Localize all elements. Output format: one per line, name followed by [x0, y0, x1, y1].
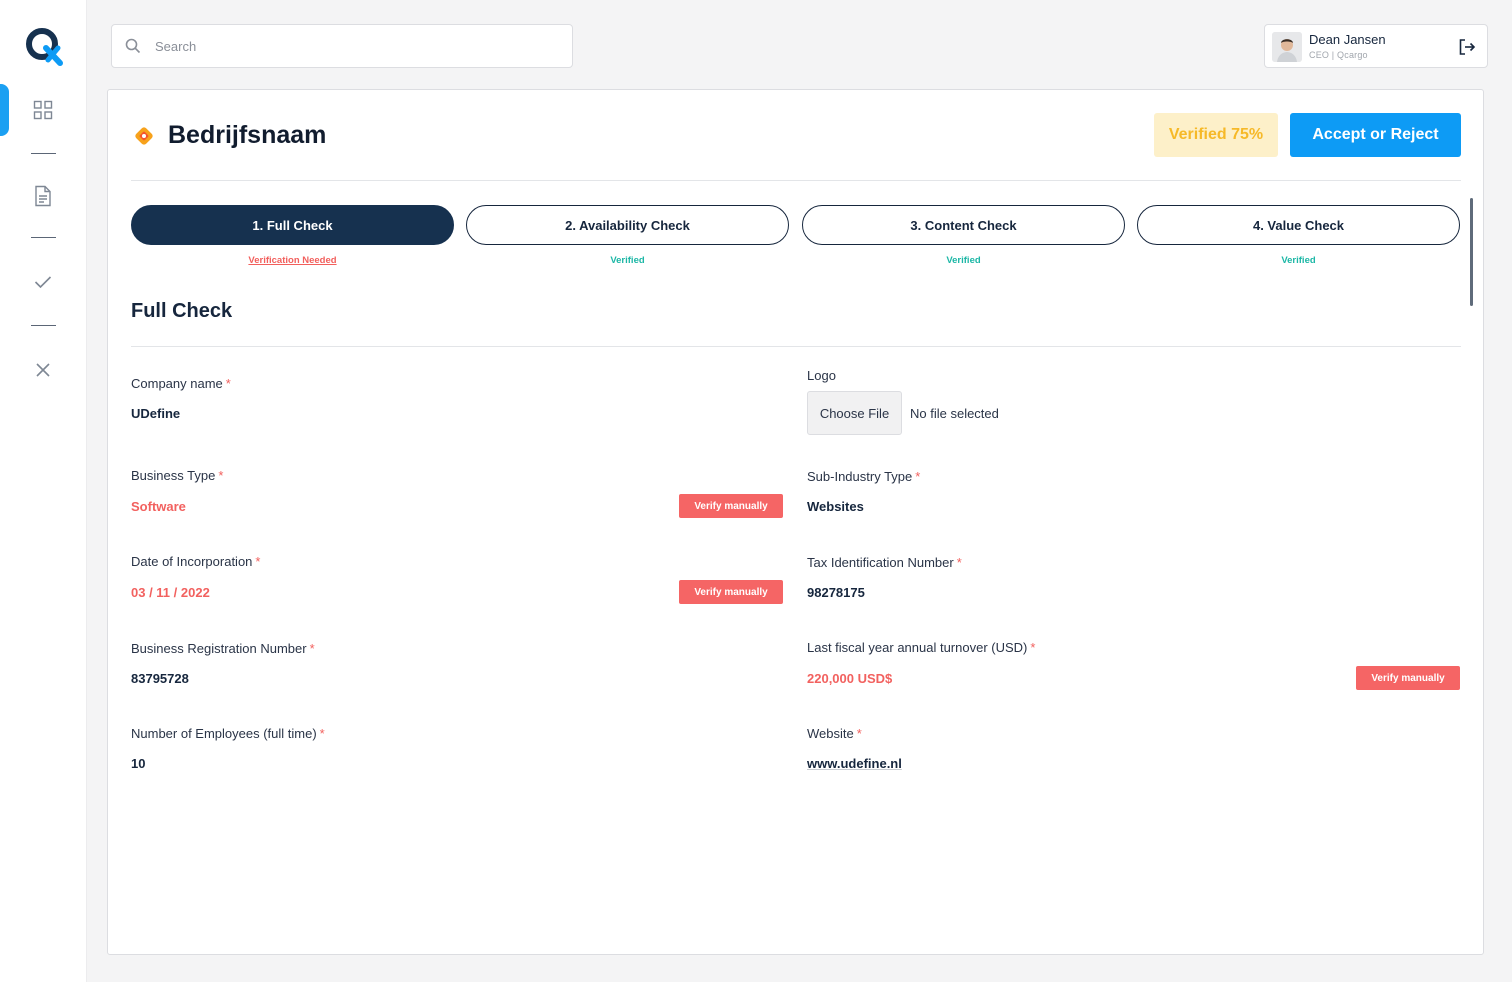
business-type-value: Software	[131, 499, 186, 514]
tax-id-label: Tax Identification Number *	[807, 555, 962, 570]
verify-incorporation-date-button[interactable]: Verify manually	[679, 580, 783, 604]
accept-or-reject-button[interactable]: Accept or Reject	[1290, 113, 1461, 157]
tax-id-value: 98278175	[807, 585, 865, 600]
page-title: Bedrijfsnaam	[168, 121, 327, 149]
content-check-status: Verified	[946, 255, 981, 266]
incorporation-date-value: 03 / 11 / 2022	[131, 585, 210, 600]
tab-content-check[interactable]: 3. Content Check	[802, 205, 1125, 245]
website-link[interactable]: www.udefine.nl	[807, 756, 902, 771]
user-role: CEO | Qcargo	[1309, 50, 1368, 60]
close-icon[interactable]	[31, 358, 55, 382]
user-card[interactable]: Dean Jansen CEO | Qcargo	[1264, 24, 1488, 68]
business-type-label: Business Type *	[131, 468, 224, 483]
user-name: Dean Jansen	[1309, 32, 1386, 47]
sidebar-divider	[31, 237, 56, 238]
search-bar	[111, 24, 573, 68]
section-divider	[131, 346, 1461, 347]
sidebar	[0, 0, 87, 982]
turnover-label: Last fiscal year annual turnover (USD) *	[807, 640, 1036, 655]
verify-business-type-button[interactable]: Verify manually	[679, 494, 783, 518]
full-check-status[interactable]: Verification Needed	[131, 255, 454, 266]
verify-turnover-button[interactable]: Verify manually	[1356, 666, 1460, 690]
document-icon[interactable]	[31, 184, 55, 208]
check-icon[interactable]	[31, 270, 55, 294]
turnover-value: 220,000 USD$	[807, 671, 893, 686]
incorporation-date-label: Date of Incorporation *	[131, 554, 261, 569]
sidebar-divider	[31, 153, 56, 154]
sub-industry-value: Websites	[807, 499, 864, 514]
employees-value: 10	[131, 756, 146, 771]
website-label: Website *	[807, 726, 862, 741]
app-logo[interactable]	[24, 26, 64, 66]
employees-label: Number of Employees (full time) *	[131, 726, 325, 741]
value-check-status: Verified	[1281, 255, 1316, 266]
company-name-label: Company name *	[131, 376, 231, 391]
active-nav-indicator	[0, 84, 9, 136]
tab-full-check[interactable]: 1. Full Check	[131, 205, 454, 245]
logo-label: Logo	[807, 368, 836, 383]
avatar	[1272, 32, 1302, 62]
company-diamond-icon	[133, 125, 155, 147]
registration-number-label: Business Registration Number *	[131, 641, 315, 656]
tab-availability-check[interactable]: 2. Availability Check	[466, 205, 789, 245]
section-title: Full Check	[131, 300, 233, 322]
search-icon	[125, 38, 141, 54]
choose-file-button[interactable]: Choose File	[807, 391, 902, 435]
tab-value-check[interactable]: 4. Value Check	[1137, 205, 1460, 245]
verified-badge: Verified 75%	[1154, 113, 1278, 157]
dashboard-icon[interactable]	[31, 98, 55, 122]
company-review-panel: Bedrijfsnaam Verified 75% Accept or Reje…	[107, 89, 1484, 955]
logout-icon[interactable]	[1457, 37, 1477, 57]
sub-industry-label: Sub-Industry Type *	[807, 469, 921, 484]
search-input[interactable]	[155, 38, 535, 54]
scrollbar[interactable]	[1470, 198, 1473, 306]
registration-number-value: 83795728	[131, 671, 189, 686]
company-name-value: UDefine	[131, 406, 181, 421]
file-status: No file selected	[910, 406, 999, 421]
header-divider	[131, 180, 1461, 181]
sidebar-divider	[31, 325, 56, 326]
availability-check-status: Verified	[610, 255, 645, 266]
